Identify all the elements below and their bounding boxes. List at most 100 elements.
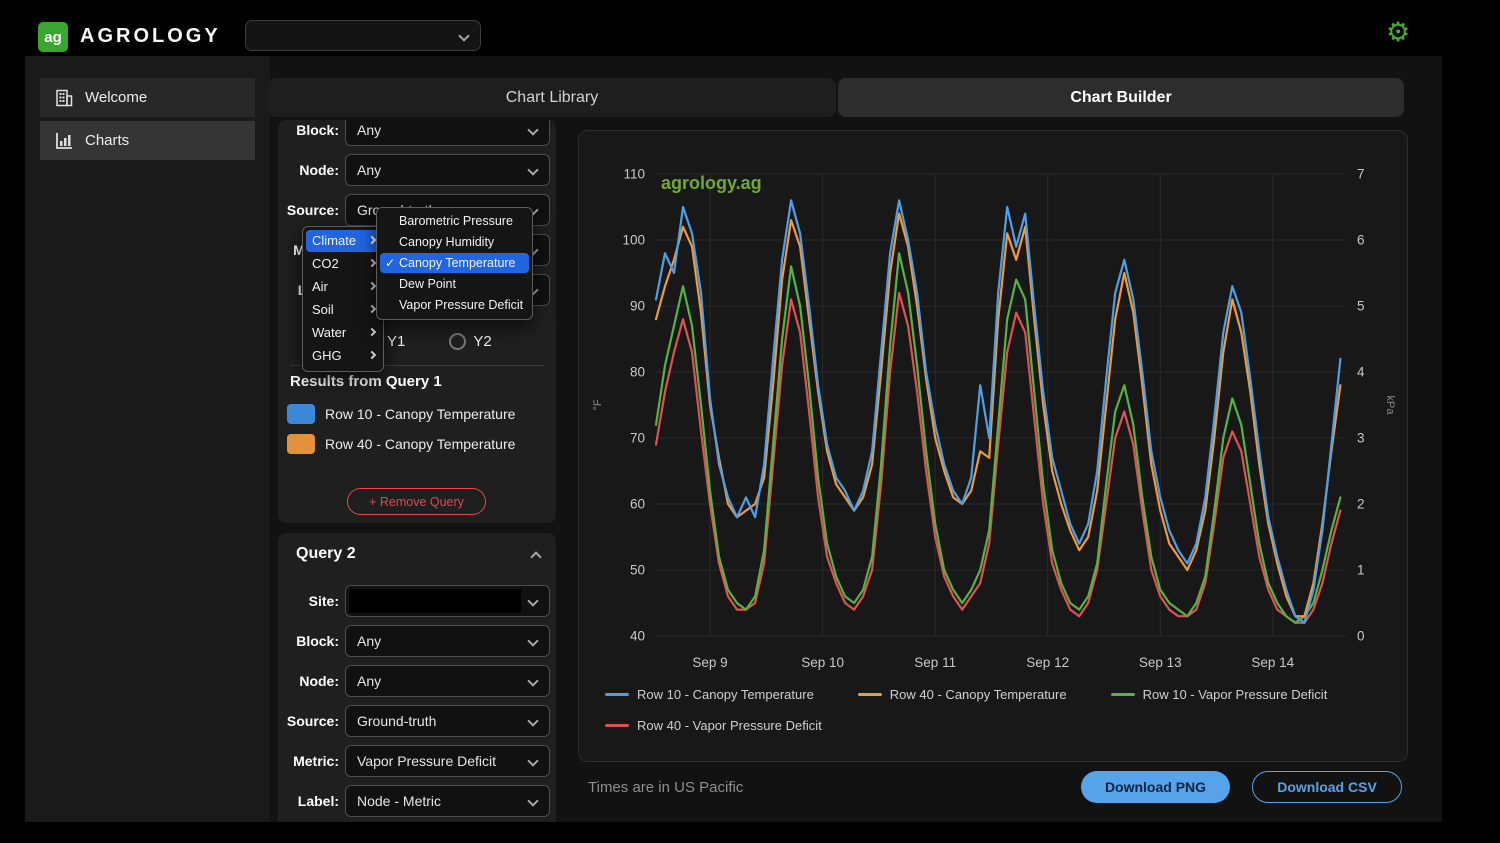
legend-label: Row 40 - Vapor Pressure Deficit [637, 718, 822, 733]
legend-item[interactable]: Row 10 - Canopy Temperature [605, 687, 814, 702]
menu-item-co2[interactable]: CO2 [306, 253, 380, 275]
block-label: Block: [296, 633, 339, 649]
legend-item[interactable]: Row 40 - Canopy Temperature [857, 687, 1067, 702]
chevron-right-icon [367, 281, 377, 291]
chevron-right-icon [367, 304, 377, 314]
svg-text:1: 1 [1357, 563, 1365, 578]
legend-line-marker [605, 724, 629, 727]
frame-bottom [0, 822, 1500, 843]
y2-label: Y2 [473, 332, 492, 350]
chart-panel: 40 50 60 70 80 90 100 110 0 1 2 3 4 5 6 7 Sep 9 Sep 10 Sep… [578, 130, 1408, 762]
download-csv-button[interactable]: Download CSV [1252, 771, 1402, 803]
menu-item-vapor-pressure-deficit[interactable]: Vapor Pressure Deficit [380, 295, 529, 315]
query2-title: Query 2 [296, 545, 356, 562]
menu-item-canopy-humidity[interactable]: Canopy Humidity [380, 232, 529, 252]
node-label: Node: [299, 673, 339, 689]
legend-item[interactable]: Row 10 - Vapor Pressure Deficit [1110, 687, 1327, 702]
series-color-swatch [287, 434, 315, 454]
query-2-panel: Query 2 Site: Block: Any Node: Any Sourc… [278, 533, 556, 833]
chevron-down-icon [527, 595, 539, 607]
agrology-watermark: agrology.ag [661, 173, 762, 193]
timezone-note: Times are in US Pacific [588, 779, 744, 796]
query1-block-row: Block: Any [278, 120, 556, 146]
menu-item-climate[interactable]: Climate [306, 230, 380, 252]
chevron-down-icon [458, 30, 470, 42]
svg-text:3: 3 [1357, 431, 1365, 446]
site-select[interactable] [345, 585, 550, 617]
sidebar-item-welcome[interactable]: Welcome [40, 78, 255, 117]
svg-text:Sep 12: Sep 12 [1026, 655, 1069, 670]
svg-text:50: 50 [630, 563, 645, 578]
svg-text:100: 100 [622, 233, 645, 248]
chevron-right-icon [367, 327, 377, 337]
svg-text:Sep 14: Sep 14 [1251, 655, 1294, 670]
menu-item-air[interactable]: Air [306, 276, 380, 298]
result-label: Row 40 - Canopy Temperature [325, 436, 516, 452]
query2-node-row: Node: Any [278, 665, 556, 697]
node-select[interactable]: Any [345, 154, 550, 186]
tab-chart-builder[interactable]: Chart Builder [838, 78, 1404, 117]
svg-text:40: 40 [630, 629, 645, 644]
menu-item-water[interactable]: Water [306, 322, 380, 344]
query2-source-row: Source: Ground-truth [278, 705, 556, 737]
y1-label: Y1 [387, 332, 406, 350]
sidebar-item-label: Welcome [85, 89, 148, 106]
chevron-down-icon [527, 164, 539, 176]
svg-text:Sep 9: Sep 9 [692, 655, 727, 670]
source-label: Source: [286, 713, 339, 729]
metric-category-menu: Climate CO2 Air Soil Water GHG [302, 226, 384, 372]
radio-y2[interactable] [449, 332, 467, 350]
app-window: ag AGROLOGY ⚙ Welcome Charts Chart Libra… [0, 0, 1500, 843]
svg-text:60: 60 [630, 497, 645, 512]
charts-icon [56, 132, 72, 149]
svg-text:Sep 10: Sep 10 [801, 655, 844, 670]
remove-query-button[interactable]: + Remove Query [347, 488, 486, 515]
legend-label: Row 10 - Canopy Temperature [637, 687, 814, 702]
menu-item-ghg[interactable]: GHG [306, 345, 380, 367]
block-select[interactable]: Any [345, 625, 550, 657]
chart-canvas: 40 50 60 70 80 90 100 110 0 1 2 3 4 5 6 7 Sep 9 Sep 10 Sep… [592, 167, 1396, 671]
svg-text:Sep 13: Sep 13 [1139, 655, 1182, 670]
chevron-down-icon [527, 124, 539, 136]
tab-chart-library[interactable]: Chart Library [268, 78, 836, 117]
node-select[interactable]: Any [345, 665, 550, 697]
chevron-right-icon [367, 258, 377, 268]
site-label: Site: [308, 593, 339, 609]
settings-gear-icon[interactable]: ⚙ [1386, 19, 1410, 46]
menu-item-soil[interactable]: Soil [306, 299, 380, 321]
result-label: Row 10 - Canopy Temperature [325, 406, 516, 422]
block-select[interactable]: Any [345, 120, 550, 146]
chevron-down-icon [527, 795, 539, 807]
svg-text:Sep 11: Sep 11 [914, 655, 956, 670]
source-select[interactable]: Ground-truth [345, 705, 550, 737]
label-select[interactable]: Node - Metric [345, 785, 550, 817]
collapse-chevron-icon[interactable] [530, 551, 542, 563]
svg-text:7: 7 [1357, 167, 1365, 182]
metric-label: Metric: [293, 753, 339, 769]
download-png-button[interactable]: Download PNG [1081, 771, 1230, 803]
legend-line-marker [605, 693, 629, 696]
menu-item-barometric-pressure[interactable]: Barometric Pressure [380, 211, 529, 231]
svg-text:4: 4 [1357, 365, 1365, 380]
menu-item-dew-point[interactable]: Dew Point [380, 274, 529, 294]
svg-text:0: 0 [1357, 629, 1365, 644]
metric-select[interactable]: Vapor Pressure Deficit [345, 745, 550, 777]
sidebar-item-charts[interactable]: Charts [40, 121, 255, 160]
series-color-swatch [287, 404, 315, 424]
label-label: Label: [297, 793, 339, 809]
frame-top [0, 0, 1500, 18]
sidebar [25, 56, 270, 822]
svg-text:80: 80 [630, 365, 645, 380]
frame-right [1442, 0, 1500, 843]
legend-item[interactable]: Row 40 - Vapor Pressure Deficit [605, 718, 822, 733]
agrology-logo: ag [38, 22, 68, 52]
org-select[interactable] [245, 20, 481, 51]
legend-label: Row 40 - Canopy Temperature [889, 687, 1067, 702]
welcome-building-icon [56, 89, 73, 106]
query1-node-row: Node: Any [278, 154, 556, 186]
legend-line-marker [857, 693, 882, 696]
result-legend-item: Row 10 - Canopy Temperature [287, 404, 515, 424]
check-icon: ✓ [385, 256, 396, 270]
redacted-value [349, 589, 521, 613]
menu-item-canopy-temperature[interactable]: ✓ Canopy Temperature [380, 253, 529, 273]
